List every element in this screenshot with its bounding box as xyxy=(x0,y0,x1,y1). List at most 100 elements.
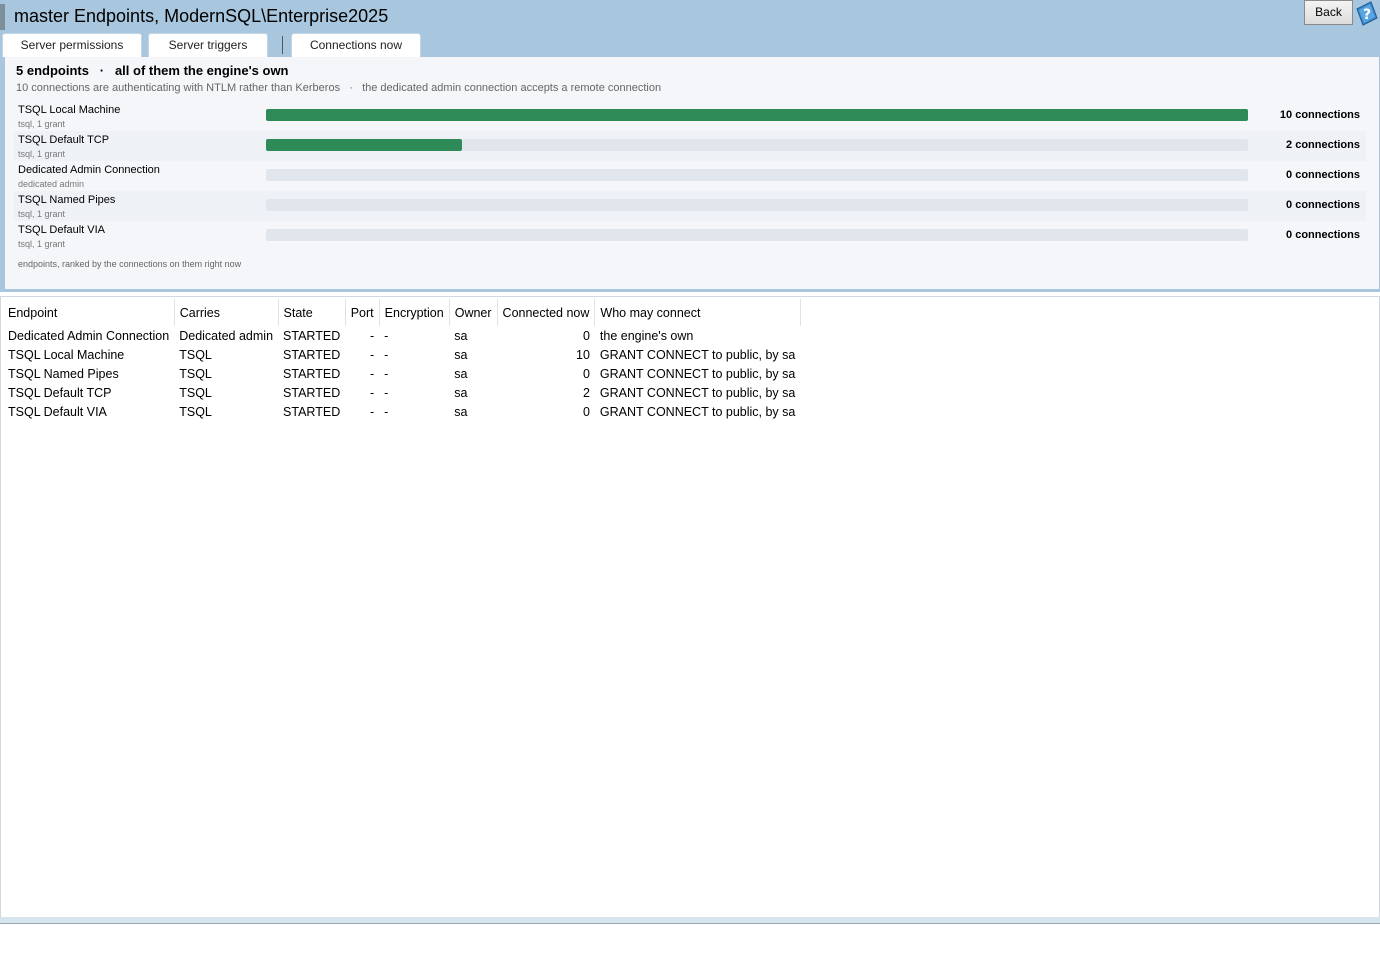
column-header[interactable]: Port xyxy=(345,299,380,326)
chart-container: 5 endpoints · all of them the engine's o… xyxy=(5,57,1379,289)
table-row[interactable]: TSQL Named Pipes TSQL STARTED - - sa 0 GRANT CO… xyxy=(3,364,800,383)
title-accent xyxy=(0,4,5,30)
bar-value-label: 10 connections xyxy=(1279,109,1360,121)
bar-track xyxy=(266,199,1248,211)
status-strip xyxy=(0,917,1380,924)
column-header[interactable]: Who may connect xyxy=(594,299,801,326)
table-cell: STARTED xyxy=(283,328,341,343)
table-cell: TSQL xyxy=(179,404,212,419)
bar-track xyxy=(266,139,1248,151)
table-cell: - xyxy=(384,404,389,419)
table-cell: the engine's own xyxy=(599,328,694,343)
bar xyxy=(266,109,1248,121)
table-cell: sa xyxy=(454,404,468,419)
table-cell: TSQL xyxy=(179,366,212,381)
table-body: Dedicated Admin Connection Dedicated admi… xyxy=(3,326,800,421)
table-cell: TSQL xyxy=(179,347,212,362)
table-cell: - xyxy=(384,328,389,343)
bar-value-label: 2 connections xyxy=(1286,139,1360,151)
table-cell: - xyxy=(369,347,375,362)
table-cell: GRANT CONNECT to public, by sa xyxy=(599,385,796,400)
table-cell: sa xyxy=(454,347,468,362)
table-cell: 10 xyxy=(576,347,590,362)
bar-value-label: 0 connections xyxy=(1286,199,1360,211)
bar xyxy=(266,139,462,151)
summary-headline: 5 endpoints · all of them the engine's o… xyxy=(16,63,289,78)
bar-row: TSQL Named Pipes tsql, 1 grant 0 connectio… xyxy=(14,191,1366,221)
table-cell: sa xyxy=(454,328,468,343)
tab-connections-now[interactable]: Connections now xyxy=(291,33,421,57)
column-header[interactable]: Endpoint xyxy=(3,299,175,326)
column-header[interactable]: Encryption xyxy=(379,299,450,326)
table-cell: GRANT CONNECT to public, by sa xyxy=(599,347,796,362)
bar-row: Dedicated Admin Connection dedicated admi… xyxy=(14,161,1366,191)
endpoints-grid: Endpoint Carries State Port Encryption Owner C… xyxy=(0,296,1380,918)
table-cell: TSQL Default TCP xyxy=(8,385,112,400)
column-header[interactable]: State xyxy=(278,299,346,326)
bar-track xyxy=(266,229,1248,241)
bar-value-label: 0 connections xyxy=(1286,169,1360,181)
table-cell: TSQL Default VIA xyxy=(8,404,107,419)
bar-row: TSQL Local Machine tsql, 1 grant 10 connec… xyxy=(14,101,1366,131)
table-cell: - xyxy=(384,347,389,362)
bar-label: TSQL Local Machine xyxy=(18,104,121,116)
chart-caption: endpoints, ranked by the connections on … xyxy=(18,259,242,269)
bar-label: TSQL Default TCP xyxy=(18,134,110,146)
bar-label: Dedicated Admin Connection xyxy=(18,164,160,176)
tab-server-permissions[interactable]: Server permissions xyxy=(2,33,142,57)
table-cell: 2 xyxy=(582,385,590,400)
table-cell: - xyxy=(369,328,375,343)
table-cell: TSQL Named Pipes xyxy=(8,366,119,381)
bar-sublabel: tsql, 1 grant xyxy=(18,209,66,219)
column-header[interactable]: Owner xyxy=(449,299,498,326)
table-row[interactable]: TSQL Local Machine TSQL STARTED - - sa 10 GRANT… xyxy=(3,345,800,364)
header-bar: master Endpoints, ModernSQL\Enterprise20… xyxy=(0,0,1380,57)
help-icon[interactable]: ? xyxy=(1355,1,1379,27)
table-cell: 0 xyxy=(582,366,590,381)
table-cell: STARTED xyxy=(283,347,341,362)
tab-server-triggers[interactable]: Server triggers xyxy=(148,33,268,57)
bar-row: TSQL Default TCP tsql, 1 grant 2 connectio… xyxy=(14,131,1366,161)
summary-detail: 10 connections are authenticating with N… xyxy=(16,82,662,94)
table-cell: TSQL Local Machine xyxy=(8,347,125,362)
table-cell: Dedicated Admin Connection xyxy=(8,328,170,343)
back-button[interactable]: Back xyxy=(1304,0,1353,25)
bar-row: TSQL Default VIA tsql, 1 grant 0 connectio… xyxy=(14,221,1366,251)
table-cell: 0 xyxy=(582,404,590,419)
bar-track xyxy=(266,169,1248,181)
table-cell: - xyxy=(384,385,389,400)
bar-label: TSQL Default VIA xyxy=(18,224,106,236)
table-cell: STARTED xyxy=(283,385,341,400)
bar-value-label: 0 connections xyxy=(1286,229,1360,241)
table-cell: - xyxy=(369,385,375,400)
svg-text:?: ? xyxy=(1363,7,1371,23)
table-cell: 0 xyxy=(582,328,590,343)
table-cell: GRANT CONNECT to public, by sa xyxy=(599,366,796,381)
table-cell: sa xyxy=(454,385,468,400)
table-cell: - xyxy=(369,366,375,381)
table-row[interactable]: TSQL Default VIA TSQL STARTED - - sa 0 GRANT CO… xyxy=(3,402,800,421)
bar-track xyxy=(266,109,1248,121)
bar-sublabel: dedicated admin xyxy=(18,179,85,189)
table-row[interactable]: TSQL Default TCP TSQL STARTED - - sa 2 GRANT CO… xyxy=(3,383,800,402)
column-header[interactable]: Carries xyxy=(174,299,279,326)
table-cell: GRANT CONNECT to public, by sa xyxy=(599,404,796,419)
table-cell: sa xyxy=(454,366,468,381)
endpoints-table: Endpoint Carries State Port Encryption Owner C… xyxy=(3,299,801,421)
table-row[interactable]: Dedicated Admin Connection Dedicated admi… xyxy=(3,326,800,345)
table-cell: Dedicated admin xyxy=(179,328,274,343)
table-cell: - xyxy=(369,404,375,419)
bar-sublabel: tsql, 1 grant xyxy=(18,119,66,129)
bar-sublabel: tsql, 1 grant xyxy=(18,149,66,159)
column-header[interactable]: Connected now xyxy=(497,299,596,326)
bar-label: TSQL Named Pipes xyxy=(18,194,116,206)
tab-separator xyxy=(282,36,283,54)
table-cell: STARTED xyxy=(283,366,341,381)
table-cell: TSQL xyxy=(179,385,212,400)
bar-sublabel: tsql, 1 grant xyxy=(18,239,66,249)
table-cell: - xyxy=(384,366,389,381)
table-header-row: Endpoint Carries State Port Encryption Owner C… xyxy=(3,299,801,326)
table-cell: STARTED xyxy=(283,404,341,419)
page-title: master Endpoints, ModernSQL\Enterprise20… xyxy=(14,6,389,26)
chart-panel: 5 endpoints · all of them the engine's o… xyxy=(0,57,1380,292)
